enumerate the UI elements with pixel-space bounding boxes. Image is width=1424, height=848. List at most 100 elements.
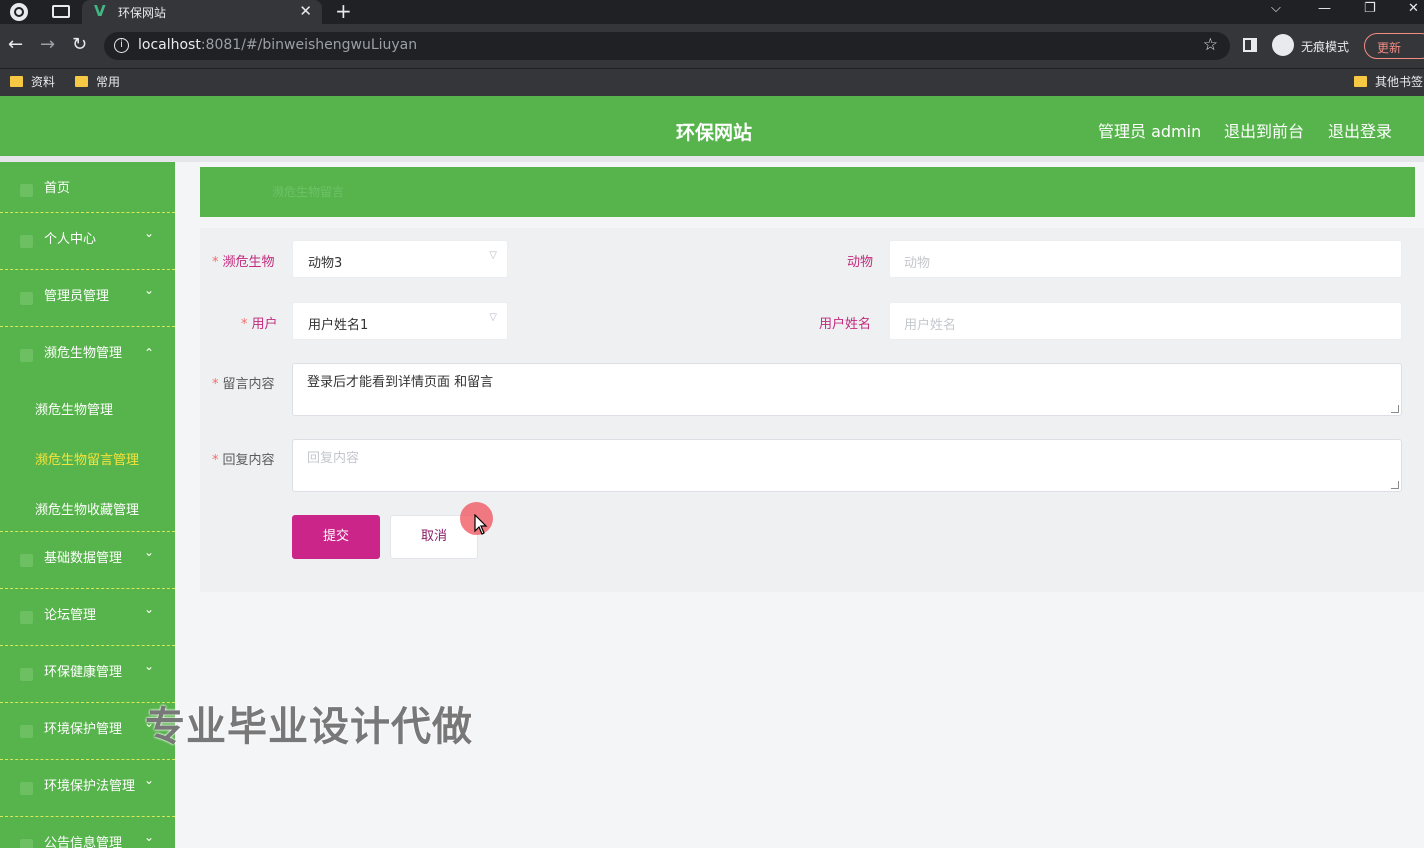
bookmark-folder-other[interactable]: 其他书签: [1354, 73, 1423, 90]
username-input[interactable]: 用户姓名: [889, 302, 1402, 340]
health-icon: [20, 668, 33, 681]
resize-grip-icon[interactable]: [1391, 405, 1399, 413]
sidebar-item-basedata[interactable]: 基础数据管理 ⌄: [0, 532, 175, 589]
folder-icon: [10, 76, 23, 87]
species-label: * 濒危生物: [212, 255, 275, 270]
bookmark-folder-changyong[interactable]: 常用: [75, 73, 120, 90]
sidebar-item-law[interactable]: 环境保护法管理 ⌄: [0, 760, 175, 817]
sidebar-subitem-label: 濒危生物收藏管理: [35, 503, 140, 518]
back-arrow-icon[interactable]: ←: [8, 34, 23, 55]
folder-icon: [75, 76, 88, 87]
chevron-down-icon: ⌄: [144, 659, 155, 673]
new-tab-icon[interactable]: +: [335, 0, 352, 23]
tab-search-icon[interactable]: [52, 5, 70, 18]
user-icon: [20, 235, 33, 248]
logout-link[interactable]: 退出登录: [1328, 118, 1392, 142]
sidebar-subitem-species[interactable]: 濒危生物管理: [0, 384, 175, 434]
side-panel-icon[interactable]: [1243, 38, 1257, 52]
sidebar-item-forum[interactable]: 论坛管理 ⌄: [0, 589, 175, 646]
sidebar-item-endangered[interactable]: 濒危生物管理 ⌃: [0, 327, 175, 384]
tab-title: 环保网站: [118, 6, 167, 20]
incognito-label: 无痕模式: [1301, 40, 1350, 54]
reply-placeholder: 回复内容: [307, 451, 360, 466]
breadcrumb: 濒危生物留言: [200, 167, 1415, 217]
mouse-cursor-icon: [474, 514, 488, 535]
bookmarks-bar: 资料 常用 其他书签: [0, 68, 1424, 96]
browser-profile-icon[interactable]: [10, 3, 28, 21]
site-info-icon[interactable]: i: [114, 38, 129, 53]
chevron-down-icon: ⌄: [144, 545, 155, 559]
sidebar-item-label: 环保健康管理: [44, 665, 123, 680]
law-icon: [20, 782, 33, 795]
species-icon: [20, 349, 33, 362]
folder-icon: [1354, 76, 1367, 87]
sidebar-item-label: 首页: [44, 181, 71, 196]
chevron-down-icon: ▽: [489, 312, 497, 323]
forward-arrow-icon[interactable]: →: [40, 34, 55, 55]
message-label: * 留言内容: [212, 377, 275, 392]
resize-grip-icon[interactable]: [1391, 481, 1399, 489]
sidebar-subitem-label: 濒危生物留言管理: [35, 453, 140, 468]
reply-label: * 回复内容: [212, 453, 275, 468]
address-bar[interactable]: i localhost:8081/#/binweishengwuLiuyan ☆: [104, 32, 1230, 60]
sidebar-item-label: 论坛管理: [44, 608, 97, 623]
front-link[interactable]: 退出到前台: [1224, 118, 1304, 142]
sidebar-item-notice[interactable]: 公告信息管理 ⌄: [0, 817, 175, 848]
vue-favicon-icon: V: [94, 2, 106, 20]
forum-icon: [20, 611, 33, 624]
animal-placeholder: 动物: [904, 256, 931, 271]
admin-icon: [20, 292, 33, 305]
sidebar-item-home[interactable]: 首页: [0, 162, 175, 213]
browser-tab-strip: V 环保网站 ✕ + ⌵ — ❐ ✕: [0, 0, 1424, 24]
bookmark-folder-ziliao[interactable]: 资料: [10, 73, 55, 90]
message-text: 登录后才能看到详情页面 和留言: [307, 375, 494, 390]
animal-label: 动物: [847, 255, 874, 270]
admin-username: 管理员 admin: [1098, 122, 1202, 141]
watermark-text: 专业毕业设计代做: [145, 704, 473, 750]
username-placeholder: 用户姓名: [904, 318, 957, 333]
reload-icon[interactable]: ↻: [72, 34, 87, 55]
sidebar-item-label: 环境保护法管理: [44, 779, 136, 794]
sidebar-item-label: 濒危生物管理: [44, 346, 123, 361]
browser-tab-active[interactable]: V 环保网站 ✕: [82, 0, 322, 24]
breadcrumb-text: 濒危生物留言: [272, 185, 345, 199]
reply-textarea[interactable]: 回复内容: [292, 439, 1402, 492]
bookmark-star-icon[interactable]: ☆: [1203, 35, 1218, 55]
chevron-down-icon: ⌄: [144, 226, 155, 240]
message-textarea[interactable]: 登录后才能看到详情页面 和留言: [292, 363, 1402, 416]
chevron-down-icon: ⌄: [144, 602, 155, 616]
site-title: 环保网站: [676, 122, 753, 144]
chevron-down-icon: ▽: [489, 250, 497, 261]
sidebar-item-label: 管理员管理: [44, 289, 110, 304]
sidebar-item-label: 个人中心: [44, 232, 97, 247]
minimize-icon[interactable]: —: [1318, 1, 1331, 16]
window-close-icon[interactable]: ✕: [1408, 1, 1419, 16]
sidebar-item-admin[interactable]: 管理员管理 ⌄: [0, 270, 175, 327]
home-icon: [20, 184, 33, 197]
tab-close-icon[interactable]: ✕: [299, 2, 312, 20]
incognito-icon[interactable]: [1272, 34, 1294, 56]
restore-icon[interactable]: ❐: [1364, 1, 1376, 16]
user-select[interactable]: 用户姓名1 ▽: [292, 302, 508, 340]
chevron-down-icon: ⌄: [144, 773, 155, 787]
url-text[interactable]: localhost:8081/#/binweishengwuLiuyan: [138, 37, 417, 53]
sidebar-item-profile[interactable]: 个人中心 ⌄: [0, 213, 175, 270]
chevron-down-icon: ⌄: [144, 830, 155, 844]
species-select[interactable]: 动物3 ▽: [292, 240, 508, 278]
notice-icon: [20, 839, 33, 848]
update-button[interactable]: 更新: [1364, 33, 1424, 59]
sidebar-item-label: 基础数据管理: [44, 551, 123, 566]
sidebar-subitem-favorites[interactable]: 濒危生物收藏管理: [0, 484, 175, 532]
submit-button[interactable]: 提交: [292, 515, 380, 559]
sidebar-item-label: 公告信息管理: [44, 836, 123, 848]
browser-toolbar: ← → ↻ i localhost:8081/#/binweishengwuLi…: [0, 24, 1424, 68]
sidebar-item-label: 环境保护管理: [44, 722, 123, 737]
sidebar-subitem-label: 濒危生物管理: [35, 403, 114, 418]
chevron-down-icon: ⌄: [144, 283, 155, 297]
database-icon: [20, 554, 33, 567]
species-select-value: 动物3: [308, 256, 343, 271]
tab-list-chevron-icon[interactable]: ⌵: [1271, 1, 1281, 16]
sidebar-subitem-messages[interactable]: 濒危生物留言管理: [0, 434, 175, 484]
animal-input[interactable]: 动物: [889, 240, 1402, 278]
header-divider: [0, 156, 1424, 162]
